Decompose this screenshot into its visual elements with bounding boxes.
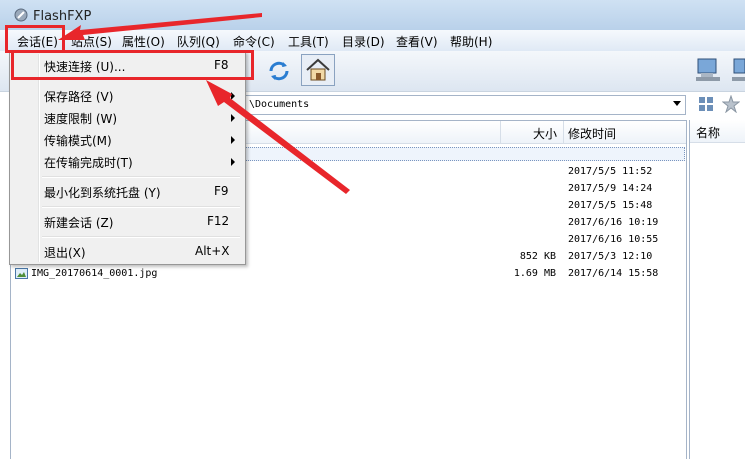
menu-view[interactable]: 查看(V) [396,33,438,50]
column-size[interactable]: 大小 [533,125,557,142]
column-name[interactable]: 名称 [696,124,720,141]
star-icon[interactable] [722,95,740,113]
chevron-down-icon[interactable] [673,101,681,106]
grid-view-icon[interactable] [697,95,715,113]
connect-button[interactable] [693,54,727,86]
menu-separator [42,206,240,208]
highlight-box-quick-connect [11,50,254,80]
chevron-right-icon [231,158,235,166]
menu-item-save-path[interactable]: 保存路径 (V) [12,84,243,106]
menu-tools[interactable]: 工具(T) [288,33,329,50]
computer-icon [732,58,745,81]
menu-item-new-session[interactable]: 新建会话 (Z) F12 [12,210,243,232]
home-button[interactable] [301,54,335,86]
window-title: FlashFXP [33,9,92,24]
menu-queue[interactable]: 队列(Q) [177,33,220,50]
chevron-right-icon [231,114,235,122]
column-separator[interactable] [500,121,501,143]
computer-icon [696,58,720,81]
menu-item-on-complete[interactable]: 在传输完成时(T) [12,150,243,172]
refresh-icon [269,61,289,81]
column-modified[interactable]: 修改时间 [568,125,616,142]
menu-item-transfer-mode[interactable]: 传输模式(M) [12,128,243,150]
menu-item-exit[interactable]: 退出(X) Alt+X [12,240,243,262]
title-bar: FlashFXP [0,0,745,30]
menu-bar: 会话(E) 站点(S) 属性(O) 队列(Q) 命令(C) 工具(T) 目录(D… [0,30,745,52]
menu-item-speed-limit[interactable]: 速度限制 (W) [12,106,243,128]
image-file-icon [15,268,28,279]
menu-item-minimize-tray[interactable]: 最小化到系统托盘 (Y) F9 [12,180,243,202]
column-separator[interactable] [563,121,564,143]
disconnect-button[interactable] [731,54,745,86]
app-icon [14,8,28,22]
menu-properties[interactable]: 属性(O) [122,33,165,50]
chevron-right-icon [231,136,235,144]
remote-file-list: 名称 [689,120,745,459]
table-row[interactable]: IMG_20170614_0001.jpg 1.69 MB 2017/6/14 … [11,266,686,283]
refresh-button[interactable] [262,55,296,87]
column-header: 名称 [690,120,745,143]
menu-sites[interactable]: 站点(S) [71,33,112,50]
menu-separator [42,236,240,238]
menu-commands[interactable]: 命令(C) [233,33,275,50]
path-text: \Documents [249,99,310,110]
menu-separator [42,176,240,178]
home-icon [306,58,330,81]
session-menu: 快速连接 (U)... F8 保存路径 (V) 速度限制 (W) 传输模式(M)… [9,51,246,265]
chevron-right-icon [231,92,235,100]
menu-directory[interactable]: 目录(D) [342,33,385,50]
highlight-box-session-menu [5,25,65,53]
menu-help[interactable]: 帮助(H) [450,33,492,50]
